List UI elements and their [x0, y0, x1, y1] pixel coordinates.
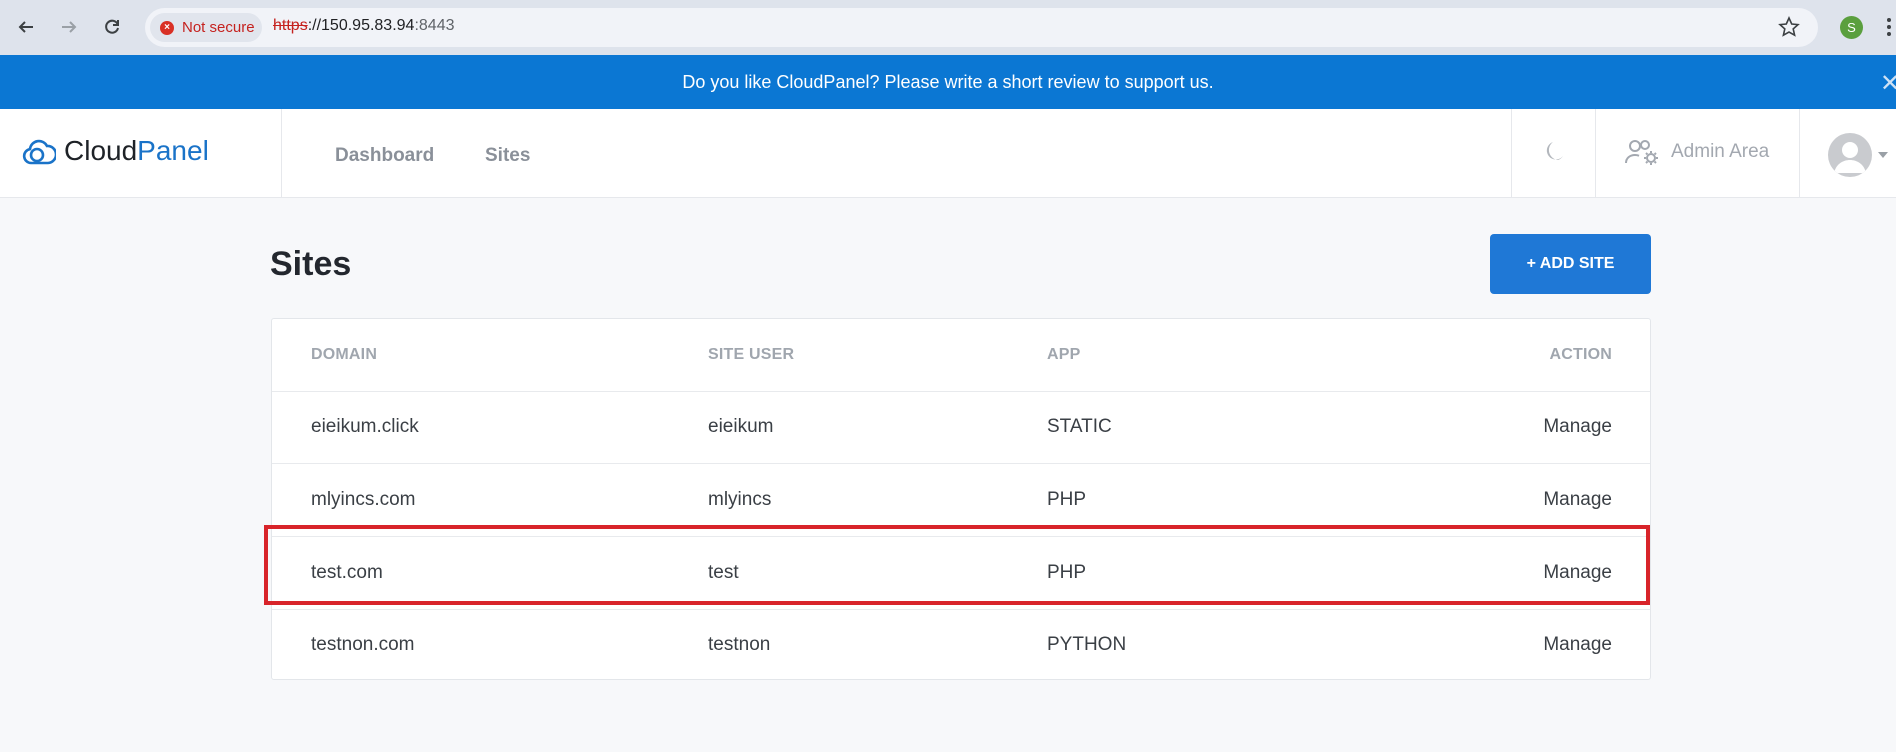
browser-toolbar: × Not secure https://150.95.83.94:8443 S [0, 0, 1896, 55]
divider [1511, 109, 1512, 197]
browser-menu-icon[interactable] [1886, 17, 1892, 42]
page-title: Sites [270, 245, 352, 283]
admin-area-label: Admin Area [1671, 141, 1770, 162]
manage-link[interactable]: Manage [1543, 391, 1612, 463]
cell-app: STATIC [1047, 416, 1112, 437]
nav-dashboard[interactable]: Dashboard [335, 145, 434, 167]
security-chip[interactable]: × Not secure [150, 13, 262, 42]
cell-site-user: testnon [708, 634, 771, 655]
banner-message[interactable]: Do you like CloudPanel? Please write a s… [0, 72, 1896, 93]
divider [281, 109, 282, 197]
url-text[interactable]: https://150.95.83.94:8443 [273, 17, 455, 35]
highlight-box [264, 525, 1650, 605]
bookmark-star-icon[interactable] [1778, 16, 1800, 43]
cell-app: PYTHON [1047, 634, 1127, 655]
manage-link[interactable]: Manage [1543, 609, 1612, 681]
table-header: DOMAIN SITE USER APP ACTION [272, 319, 1650, 392]
logo-text-cloud: Cloud [64, 135, 138, 166]
cloud-logo-icon [22, 139, 56, 165]
column-header-site-user: SITE USER [708, 346, 795, 363]
url-host: ://150.95.83.94 [307, 17, 415, 34]
table-row: testnon.com testnon PYTHON Manage [272, 609, 1650, 682]
sites-table: DOMAIN SITE USER APP ACTION eieikum.clic… [271, 318, 1651, 680]
cell-domain: eieikum.click [311, 416, 419, 437]
chevron-down-icon[interactable] [1878, 152, 1888, 158]
table-row: eieikum.click eieikum STATIC Manage [272, 391, 1650, 464]
users-gear-icon [1625, 140, 1658, 165]
profile-avatar[interactable]: S [1840, 16, 1863, 39]
admin-area-link[interactable]: Admin Area [1625, 139, 1769, 165]
app-header: CloudPanel Dashboard Sites Admin Area [0, 109, 1896, 198]
column-header-app: APP [1047, 346, 1081, 363]
logo[interactable]: CloudPanel [22, 135, 209, 167]
logo-text-panel: Panel [137, 135, 209, 166]
reload-icon[interactable] [99, 14, 125, 40]
security-label: Not secure [182, 19, 255, 36]
url-scheme: https [273, 17, 308, 34]
cell-site-user: eieikum [708, 416, 774, 437]
column-header-action: ACTION [1549, 346, 1612, 363]
divider [1799, 109, 1800, 197]
warning-icon: × [160, 20, 174, 35]
moon-icon[interactable] [1540, 139, 1566, 170]
column-header-domain: DOMAIN [311, 346, 378, 363]
cell-domain: testnon.com [311, 634, 415, 655]
close-icon[interactable]: ✕ [1880, 69, 1896, 98]
divider [1595, 109, 1596, 197]
back-icon[interactable] [13, 14, 39, 40]
address-bar[interactable]: × Not secure https://150.95.83.94:8443 [145, 8, 1818, 47]
user-avatar[interactable] [1828, 133, 1872, 177]
add-site-button[interactable]: + ADD SITE [1490, 234, 1651, 294]
review-banner: Do you like CloudPanel? Please write a s… [0, 55, 1896, 109]
forward-icon[interactable] [56, 14, 82, 40]
nav-sites[interactable]: Sites [485, 145, 530, 167]
url-port: :8443 [414, 17, 455, 34]
